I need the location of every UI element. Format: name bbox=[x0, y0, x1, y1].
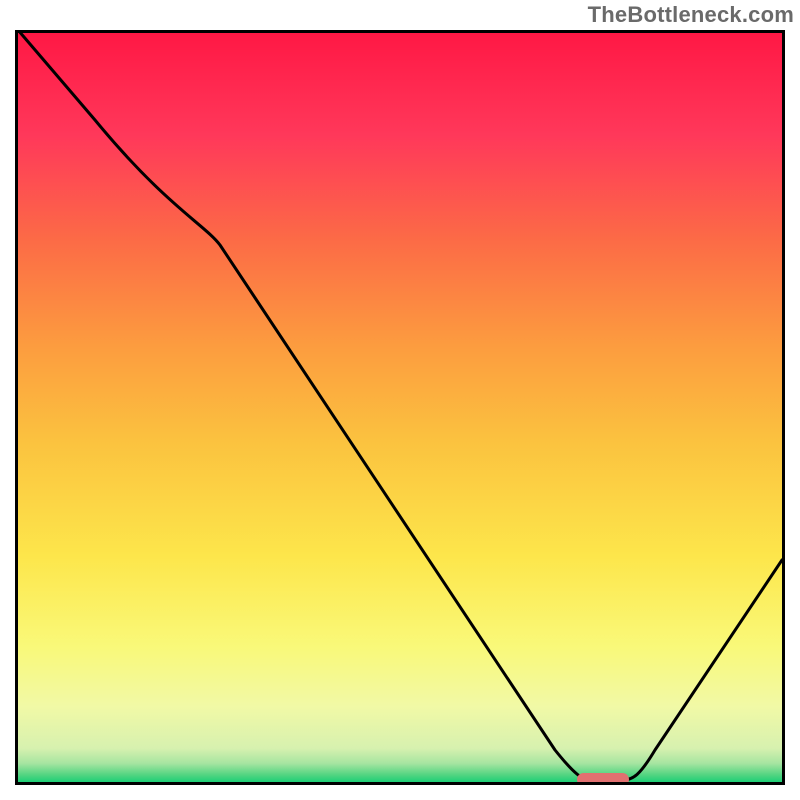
watermark-text: TheBottleneck.com bbox=[588, 2, 794, 28]
gradient-background bbox=[18, 30, 782, 782]
plot-area bbox=[15, 30, 785, 785]
plot-svg bbox=[15, 30, 785, 785]
chart-container: TheBottleneck.com bbox=[0, 0, 800, 800]
